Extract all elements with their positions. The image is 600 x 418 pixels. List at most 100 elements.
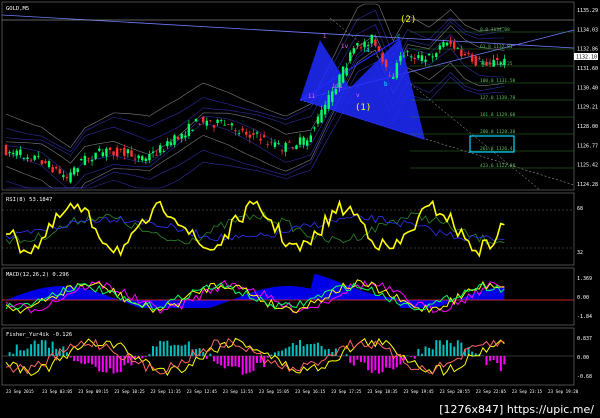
- current-price-label: 1132.10: [576, 55, 597, 61]
- candle-body: [442, 42, 445, 47]
- candle-body: [209, 120, 212, 122]
- candle-body: [230, 123, 234, 126]
- wave-label: (2): [400, 15, 416, 25]
- candle-body: [101, 152, 105, 157]
- wave-label: (1): [355, 103, 371, 113]
- fisher-bar: [112, 356, 115, 374]
- candle-body: [241, 128, 244, 131]
- band-line: [6, 76, 505, 189]
- candle-body: [374, 39, 377, 46]
- candle-body: [227, 124, 230, 125]
- candle-body: [158, 145, 162, 153]
- fisher-bar: [248, 356, 251, 373]
- candle-body: [492, 59, 495, 67]
- candle-body: [488, 63, 492, 65]
- fisher-bar: [26, 348, 29, 356]
- candle-body: [65, 176, 69, 179]
- time-axis-label: 23 Sep 16:15: [295, 389, 326, 394]
- watermark: [1276x847] https://upic.me/: [439, 403, 594, 416]
- fib-level-label: 200.0 1128.38: [480, 129, 516, 135]
- fisher-bar: [48, 347, 51, 356]
- fisher-bar: [209, 353, 212, 356]
- fisher-bar: [442, 344, 445, 356]
- fib-level-label: 261.8 1126.41: [480, 146, 516, 152]
- time-axis-label: 23 Sep 03:05: [42, 389, 73, 394]
- fisher-bar: [299, 339, 302, 356]
- fisher-bar: [80, 356, 83, 364]
- wave-label: iii: [332, 83, 343, 90]
- candle-body: [216, 119, 219, 123]
- candle-body: [180, 133, 183, 139]
- candle-body: [4, 145, 8, 156]
- fisher-bar: [485, 356, 488, 366]
- candle-body: [424, 59, 427, 62]
- candle-body: [55, 167, 58, 169]
- candle-body: [280, 150, 284, 152]
- price-axis-tick: 1135.29: [577, 8, 598, 14]
- candle-body: [445, 42, 449, 46]
- panel-frame-1: [1, 192, 575, 266]
- candle-body: [331, 91, 334, 103]
- candle-body: [40, 160, 44, 165]
- candle-body: [237, 133, 241, 134]
- rsi-panel-title: RSI(8) 53.1847: [6, 197, 52, 203]
- fisher-bar: [489, 356, 492, 361]
- fisher-bar: [496, 356, 499, 363]
- fisher-bar: [12, 353, 15, 356]
- candle-body: [496, 58, 499, 61]
- candle-body: [309, 135, 312, 143]
- candle-body: [302, 137, 305, 145]
- wave-label: v: [356, 92, 360, 99]
- fisher-bar: [180, 345, 183, 356]
- macd-histogram-area: [6, 273, 505, 308]
- candle-body: [460, 49, 463, 57]
- fisher-bar: [324, 349, 327, 356]
- candle-body: [295, 145, 298, 150]
- candle-body: [51, 167, 54, 173]
- fisher-bar: [166, 340, 169, 356]
- fisher-bar: [395, 356, 398, 368]
- candle-body: [219, 120, 223, 121]
- time-axis-label: 23 Sep 13:55: [223, 389, 254, 394]
- fisher-bar: [302, 346, 305, 356]
- candle-body: [370, 34, 373, 44]
- fisher-bar: [492, 356, 495, 360]
- candle-body: [248, 134, 252, 138]
- fisher-bar: [413, 356, 416, 359]
- fisher-axis-tick: 0.837: [577, 336, 592, 342]
- time-axis-label: 23 Sep 19:45: [403, 389, 434, 394]
- candle-body: [151, 151, 155, 153]
- time-axis-label: 23 Sep 17:25: [331, 389, 362, 394]
- rsi-line: [6, 199, 505, 258]
- candle-body: [277, 143, 280, 145]
- candle-body: [356, 43, 359, 46]
- fisher-bar: [291, 343, 294, 356]
- candle-body: [435, 53, 438, 57]
- fisher-bar: [15, 344, 18, 356]
- fisher-axis-tick: 0.00: [577, 355, 589, 361]
- candle-body: [187, 123, 191, 137]
- chart-canvas: GOLD,M5 RSI(8) 53.1847 MACD(12,26,2) 0.296…: [1, 1, 598, 394]
- wave-label: a: [366, 47, 370, 54]
- candle-body: [26, 157, 29, 160]
- candle-body: [316, 116, 320, 124]
- fisher-bar: [359, 356, 362, 362]
- macd-axis-tick: 1.369: [577, 276, 592, 282]
- price-axis-tick: 1124.28: [577, 182, 598, 188]
- candle-body: [166, 141, 169, 147]
- fisher-bar: [256, 356, 258, 363]
- fisher-bar: [44, 340, 47, 356]
- candle-body: [72, 167, 76, 175]
- fisher-bar: [295, 344, 298, 356]
- time-axis-label: 23 Sep 15:05: [259, 389, 290, 394]
- fisher-bar: [141, 356, 144, 359]
- fisher-bar: [377, 356, 380, 374]
- fib-level-label: 423.6 1122.88: [480, 163, 516, 169]
- price-axis-tick: 1128.00: [577, 124, 598, 130]
- band-line: [5, 34, 505, 177]
- fisher-bar: [252, 356, 255, 371]
- time-axis-label: 23 Sep 11:35: [151, 389, 182, 394]
- candle-body: [184, 135, 187, 138]
- fib-level-label: 0.0 1134.08: [480, 27, 510, 33]
- fisher-bar: [116, 356, 119, 373]
